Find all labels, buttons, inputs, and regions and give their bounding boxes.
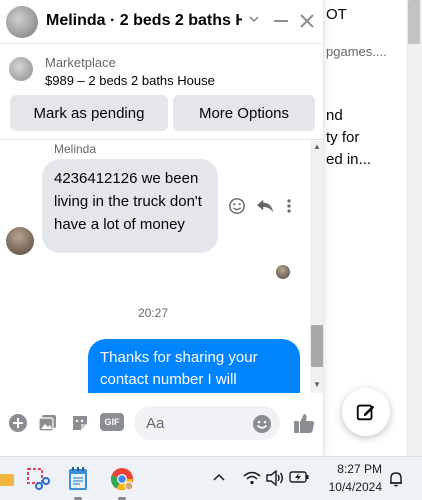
chat-window: Melinda · 2 beds 2 baths H... Marketplac… <box>0 0 324 456</box>
photo-icon[interactable] <box>38 413 58 433</box>
listing-title[interactable]: $989 – 2 beds 2 baths House <box>45 73 215 88</box>
background-text: nd <box>326 107 343 124</box>
new-message-button[interactable] <box>342 388 390 436</box>
background-text: OT <box>326 6 347 23</box>
page-scrollbar[interactable] <box>406 0 422 456</box>
taskbar-app-snipping-tool[interactable] <box>22 463 54 495</box>
react-icon[interactable] <box>228 197 246 215</box>
minimize-icon[interactable] <box>272 12 290 30</box>
gif-button[interactable]: GIF <box>100 413 124 431</box>
clock-time[interactable]: 8:27 PM <box>334 462 382 476</box>
avatar[interactable] <box>6 6 38 38</box>
message-timestamp: 20:27 <box>137 306 169 320</box>
more-icon[interactable] <box>286 198 292 214</box>
taskbar-app-folder[interactable] <box>0 463 22 495</box>
background-text: ed in... <box>326 151 372 168</box>
plus-circle-icon[interactable] <box>8 413 28 433</box>
chat-title[interactable]: Melinda · 2 beds 2 baths H... <box>46 12 242 30</box>
background-text: pgames.... <box>326 44 387 59</box>
notepad-icon <box>69 467 87 490</box>
notification-bell-icon[interactable] <box>388 471 404 487</box>
clock-date[interactable]: 10/4/2024 <box>324 480 382 494</box>
message-list: Melinda 4236412126 we been living in the… <box>0 141 310 393</box>
seen-indicator-avatar <box>276 265 290 279</box>
speaker-icon[interactable] <box>266 470 284 486</box>
chat-header[interactable]: Melinda · 2 beds 2 baths H... <box>0 0 323 44</box>
scroll-up-arrow-icon[interactable]: ▲ <box>310 141 323 153</box>
like-icon[interactable] <box>292 411 316 435</box>
folder-icon <box>0 474 14 486</box>
chevron-up-icon[interactable] <box>212 471 226 485</box>
compose-icon <box>356 404 375 421</box>
close-icon[interactable] <box>298 12 316 30</box>
incoming-message[interactable]: 4236412126 we been living in the truck d… <box>42 159 218 253</box>
listing-thumbnail[interactable] <box>9 57 33 81</box>
taskbar-app-notepad[interactable] <box>62 463 94 495</box>
page-scrollbar-thumb[interactable] <box>408 0 420 44</box>
more-options-button[interactable]: More Options <box>173 95 315 131</box>
composer: GIF <box>0 393 323 456</box>
scroll-down-arrow-icon[interactable]: ▼ <box>310 379 323 391</box>
wifi-icon[interactable] <box>243 471 261 485</box>
sticker-icon[interactable] <box>70 413 90 433</box>
sender-name: Melinda <box>54 142 97 156</box>
reply-icon[interactable] <box>256 198 274 214</box>
listing-source: Marketplace <box>45 55 116 70</box>
battery-charging-icon[interactable] <box>289 471 309 483</box>
message-scrollbar-thumb[interactable] <box>311 325 323 367</box>
outgoing-message[interactable]: Thanks for sharing your contact number I… <box>88 339 300 393</box>
snipping-tool-icon <box>27 468 50 490</box>
background-text: ty for <box>326 129 360 146</box>
taskbar-app-chrome[interactable] <box>106 463 138 495</box>
emoji-icon[interactable] <box>252 414 272 434</box>
taskbar: 8:27 PM 10/4/2024 <box>0 456 422 500</box>
marketplace-listing: Marketplace $989 – 2 beds 2 baths House … <box>0 44 323 140</box>
chrome-icon <box>110 468 134 491</box>
mark-as-pending-button[interactable]: Mark as pending <box>10 95 168 131</box>
chevron-down-icon[interactable] <box>248 13 260 25</box>
avatar[interactable] <box>6 227 34 255</box>
